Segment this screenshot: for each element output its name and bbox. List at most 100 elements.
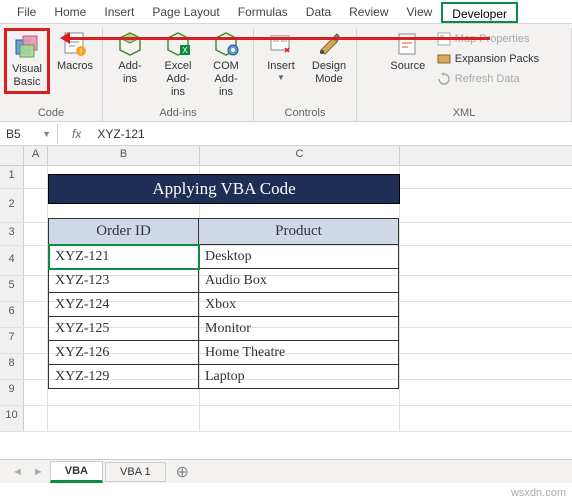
cell-order-id[interactable]: XYZ-124 (49, 293, 199, 317)
cell[interactable] (48, 406, 200, 431)
cell-product[interactable]: Home Theatre (199, 341, 399, 365)
cell-product[interactable]: Xbox (199, 293, 399, 317)
insert-control-icon (267, 30, 295, 58)
tab-insert[interactable]: Insert (95, 2, 143, 23)
table-row: XYZ-124Xbox (49, 293, 399, 317)
sheet-tab-vba1[interactable]: VBA 1 (105, 462, 166, 482)
cell[interactable] (24, 406, 48, 431)
title-banner: Applying VBA Code (48, 174, 400, 204)
cell[interactable] (24, 302, 48, 327)
table-row: XYZ-125Monitor (49, 317, 399, 341)
dropdown-icon: ▼ (277, 73, 285, 83)
tab-page-layout[interactable]: Page Layout (143, 2, 228, 23)
cell[interactable] (24, 246, 48, 275)
sheet-nav-next-icon[interactable]: ► (29, 466, 48, 478)
add-sheet-button[interactable]: ⊕ (168, 462, 197, 482)
row-header[interactable]: 9 (0, 380, 24, 405)
row-header[interactable]: 2 (0, 189, 24, 222)
row-header[interactable]: 3 (0, 223, 24, 245)
group-label-addins: Add-ins (159, 105, 196, 121)
excel-addins-icon: X (164, 30, 192, 58)
cell-order-id[interactable]: XYZ-126 (49, 341, 199, 365)
col-header-b[interactable]: B (48, 146, 200, 165)
cell[interactable] (24, 380, 48, 405)
table-row: XYZ-126Home Theatre (49, 341, 399, 365)
header-order-id[interactable]: Order ID (49, 219, 199, 245)
com-addins-label: COM Add-ins (209, 60, 243, 100)
tab-home[interactable]: Home (45, 2, 95, 23)
row-header[interactable]: 8 (0, 354, 24, 379)
row-header[interactable]: 10 (0, 406, 24, 431)
cell[interactable] (24, 354, 48, 379)
group-label-xml: XML (453, 105, 476, 121)
formula-input[interactable]: XYZ-121 (95, 125, 562, 143)
table-row: XYZ-123Audio Box (49, 269, 399, 293)
cell[interactable] (24, 166, 48, 188)
row-header[interactable]: 6 (0, 302, 24, 327)
name-box-dropdown-icon[interactable]: ▼ (42, 129, 51, 139)
cell-product[interactable]: Desktop (199, 245, 399, 269)
source-icon (394, 30, 422, 58)
row-header[interactable]: 5 (0, 276, 24, 301)
ribbon-group-xml: Source Map Properties Expansion Packs Re… (357, 28, 572, 121)
row-header[interactable]: 4 (0, 246, 24, 275)
formula-bar: B5 ▼ fx XYZ-121 (0, 122, 572, 146)
design-mode-icon (315, 30, 343, 58)
macros-button[interactable]: ! Macros (52, 28, 98, 75)
col-header-a[interactable]: A (24, 146, 48, 165)
cell[interactable] (24, 328, 48, 353)
column-headers: A B C (0, 146, 572, 166)
tab-file[interactable]: File (8, 2, 45, 23)
insert-control-label: Insert (267, 60, 295, 73)
row-header[interactable]: 7 (0, 328, 24, 353)
refresh-data-button[interactable]: Refresh Data (433, 70, 543, 88)
tab-view[interactable]: View (398, 2, 442, 23)
annotation-arrow (68, 37, 490, 40)
watermark: wsxdn.com (511, 487, 566, 499)
table-row: XYZ-121Desktop (49, 245, 399, 269)
header-product[interactable]: Product (199, 219, 399, 245)
refresh-data-label: Refresh Data (455, 73, 520, 85)
tab-formulas[interactable]: Formulas (229, 2, 297, 23)
cell[interactable] (24, 189, 48, 222)
sheet-tab-vba[interactable]: VBA (50, 461, 103, 483)
fx-button[interactable]: fx (68, 127, 85, 141)
row-header[interactable]: 1 (0, 166, 24, 188)
expansion-packs-label: Expansion Packs (455, 53, 539, 65)
name-box-value: B5 (6, 127, 21, 141)
sheet-nav-prev-icon[interactable]: ◄ (8, 466, 27, 478)
cell-order-id[interactable]: XYZ-121 (49, 245, 199, 269)
select-all-corner[interactable] (0, 146, 24, 165)
source-label: Source (390, 60, 425, 73)
visual-basic-button[interactable]: Visual Basic (4, 28, 50, 94)
cell-order-id[interactable]: XYZ-123 (49, 269, 199, 293)
visual-basic-icon (13, 33, 41, 61)
cell-order-id[interactable]: XYZ-129 (49, 365, 199, 389)
cell[interactable] (200, 406, 400, 431)
ribbon-group-addins: Add-ins X Excel Add-ins COM Add-ins Add-… (103, 28, 254, 121)
cell-product[interactable]: Monitor (199, 317, 399, 341)
addins-icon (116, 30, 144, 58)
cell[interactable] (24, 276, 48, 301)
cell-product[interactable]: Laptop (199, 365, 399, 389)
name-box[interactable]: B5 ▼ (0, 124, 58, 144)
expansion-packs-icon (437, 52, 451, 66)
sheet-tabs: ◄ ► VBA VBA 1 ⊕ (0, 459, 572, 483)
svg-text:X: X (182, 46, 188, 55)
source-button[interactable]: Source (385, 28, 431, 75)
data-table: Order ID Product XYZ-121Desktop XYZ-123A… (48, 218, 399, 389)
cell[interactable] (24, 223, 48, 245)
ribbon-group-controls: Insert ▼ Design Mode Controls (254, 28, 357, 121)
col-header-c[interactable]: C (200, 146, 400, 165)
tab-developer[interactable]: Developer (441, 2, 518, 23)
tab-data[interactable]: Data (297, 2, 340, 23)
refresh-icon (437, 72, 451, 86)
expansion-packs-button[interactable]: Expansion Packs (433, 50, 543, 68)
group-label-controls: Controls (285, 105, 326, 121)
addins-label: Add-ins (113, 60, 147, 86)
tab-review[interactable]: Review (340, 2, 397, 23)
com-addins-icon (212, 30, 240, 58)
excel-addins-label: Excel Add-ins (161, 60, 195, 100)
cell-order-id[interactable]: XYZ-125 (49, 317, 199, 341)
cell-product[interactable]: Audio Box (199, 269, 399, 293)
